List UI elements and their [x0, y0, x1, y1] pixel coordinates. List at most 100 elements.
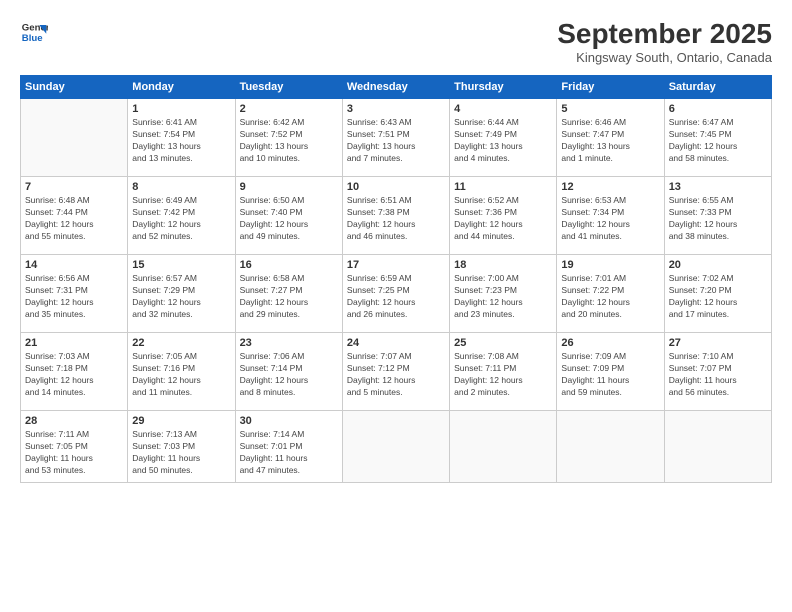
calendar-cell: 21 Sunrise: 7:03 AM Sunset: 7:18 PM Dayli…	[21, 333, 128, 411]
calendar-cell: 2 Sunrise: 6:42 AM Sunset: 7:52 PM Daylig…	[235, 99, 342, 177]
weekday-header-saturday: Saturday	[664, 76, 771, 99]
day-info: Sunrise: 6:50 AM Sunset: 7:40 PM Dayligh…	[240, 195, 338, 243]
day-info: Sunrise: 6:56 AM Sunset: 7:31 PM Dayligh…	[25, 273, 123, 321]
day-info: Sunrise: 6:42 AM Sunset: 7:52 PM Dayligh…	[240, 117, 338, 165]
day-info: Sunrise: 7:14 AM Sunset: 7:01 PM Dayligh…	[240, 429, 338, 477]
day-info: Sunrise: 6:53 AM Sunset: 7:34 PM Dayligh…	[561, 195, 659, 243]
day-number: 19	[561, 259, 659, 271]
calendar-cell: 26 Sunrise: 7:09 AM Sunset: 7:09 PM Dayli…	[557, 333, 664, 411]
calendar-cell: 4 Sunrise: 6:44 AM Sunset: 7:49 PM Daylig…	[450, 99, 557, 177]
day-info: Sunrise: 6:57 AM Sunset: 7:29 PM Dayligh…	[132, 273, 230, 321]
weekday-header-monday: Monday	[128, 76, 235, 99]
weekday-header-thursday: Thursday	[450, 76, 557, 99]
day-info: Sunrise: 7:02 AM Sunset: 7:20 PM Dayligh…	[669, 273, 767, 321]
calendar-table: SundayMondayTuesdayWednesdayThursdayFrid…	[20, 75, 772, 483]
day-info: Sunrise: 6:55 AM Sunset: 7:33 PM Dayligh…	[669, 195, 767, 243]
week-row-2: 7 Sunrise: 6:48 AM Sunset: 7:44 PM Daylig…	[21, 177, 772, 255]
calendar-cell: 27 Sunrise: 7:10 AM Sunset: 7:07 PM Dayli…	[664, 333, 771, 411]
calendar-cell: 12 Sunrise: 6:53 AM Sunset: 7:34 PM Dayli…	[557, 177, 664, 255]
day-info: Sunrise: 6:51 AM Sunset: 7:38 PM Dayligh…	[347, 195, 445, 243]
day-info: Sunrise: 6:58 AM Sunset: 7:27 PM Dayligh…	[240, 273, 338, 321]
day-number: 7	[25, 181, 123, 193]
calendar-cell: 14 Sunrise: 6:56 AM Sunset: 7:31 PM Dayli…	[21, 255, 128, 333]
day-info: Sunrise: 7:11 AM Sunset: 7:05 PM Dayligh…	[25, 429, 123, 477]
logo-icon: General Blue	[20, 18, 48, 46]
day-number: 27	[669, 337, 767, 349]
calendar-cell: 10 Sunrise: 6:51 AM Sunset: 7:38 PM Dayli…	[342, 177, 449, 255]
day-number: 5	[561, 103, 659, 115]
day-number: 23	[240, 337, 338, 349]
weekday-header-friday: Friday	[557, 76, 664, 99]
day-number: 22	[132, 337, 230, 349]
subtitle: Kingsway South, Ontario, Canada	[557, 50, 772, 65]
day-number: 8	[132, 181, 230, 193]
day-info: Sunrise: 6:43 AM Sunset: 7:51 PM Dayligh…	[347, 117, 445, 165]
day-number: 13	[669, 181, 767, 193]
day-number: 29	[132, 415, 230, 427]
day-number: 20	[669, 259, 767, 271]
calendar-cell: 11 Sunrise: 6:52 AM Sunset: 7:36 PM Dayli…	[450, 177, 557, 255]
day-number: 17	[347, 259, 445, 271]
calendar-cell	[450, 411, 557, 483]
calendar-cell: 20 Sunrise: 7:02 AM Sunset: 7:20 PM Dayli…	[664, 255, 771, 333]
day-number: 14	[25, 259, 123, 271]
day-info: Sunrise: 6:47 AM Sunset: 7:45 PM Dayligh…	[669, 117, 767, 165]
calendar-cell: 6Sunrise: 6:47 AM Sunset: 7:45 PM Daylig…	[664, 99, 771, 177]
day-info: Sunrise: 7:03 AM Sunset: 7:18 PM Dayligh…	[25, 351, 123, 399]
day-number: 9	[240, 181, 338, 193]
day-number: 30	[240, 415, 338, 427]
day-info: Sunrise: 7:09 AM Sunset: 7:09 PM Dayligh…	[561, 351, 659, 399]
day-number: 15	[132, 259, 230, 271]
day-number: 24	[347, 337, 445, 349]
calendar-cell: 30 Sunrise: 7:14 AM Sunset: 7:01 PM Dayli…	[235, 411, 342, 483]
day-number: 1	[132, 103, 230, 115]
calendar-cell: 7 Sunrise: 6:48 AM Sunset: 7:44 PM Daylig…	[21, 177, 128, 255]
weekday-header-sunday: Sunday	[21, 76, 128, 99]
calendar-cell: 29 Sunrise: 7:13 AM Sunset: 7:03 PM Dayli…	[128, 411, 235, 483]
day-number: 21	[25, 337, 123, 349]
day-number: 11	[454, 181, 552, 193]
day-number: 2	[240, 103, 338, 115]
day-info: Sunrise: 7:13 AM Sunset: 7:03 PM Dayligh…	[132, 429, 230, 477]
day-info: Sunrise: 7:10 AM Sunset: 7:07 PM Dayligh…	[669, 351, 767, 399]
day-number: 28	[25, 415, 123, 427]
calendar-cell: 13 Sunrise: 6:55 AM Sunset: 7:33 PM Dayli…	[664, 177, 771, 255]
calendar-cell: 17Sunrise: 6:59 AM Sunset: 7:25 PM Dayli…	[342, 255, 449, 333]
svg-text:Blue: Blue	[22, 33, 43, 44]
calendar-page: General Blue September 2025 Kingsway Sou…	[0, 0, 792, 612]
weekday-header-row: SundayMondayTuesdayWednesdayThursdayFrid…	[21, 76, 772, 99]
day-number: 3	[347, 103, 445, 115]
calendar-cell: 24 Sunrise: 7:07 AM Sunset: 7:12 PM Dayli…	[342, 333, 449, 411]
day-number: 16	[240, 259, 338, 271]
weekday-header-wednesday: Wednesday	[342, 76, 449, 99]
week-row-5: 28 Sunrise: 7:11 AM Sunset: 7:05 PM Dayli…	[21, 411, 772, 483]
day-number: 12	[561, 181, 659, 193]
calendar-cell: 3 Sunrise: 6:43 AM Sunset: 7:51 PM Daylig…	[342, 99, 449, 177]
calendar-cell: 22Sunrise: 7:05 AM Sunset: 7:16 PM Dayli…	[128, 333, 235, 411]
day-info: Sunrise: 6:46 AM Sunset: 7:47 PM Dayligh…	[561, 117, 659, 165]
day-info: Sunrise: 6:52 AM Sunset: 7:36 PM Dayligh…	[454, 195, 552, 243]
day-number: 4	[454, 103, 552, 115]
calendar-cell: 19Sunrise: 7:01 AM Sunset: 7:22 PM Dayli…	[557, 255, 664, 333]
title-block: September 2025 Kingsway South, Ontario, …	[557, 18, 772, 65]
day-info: Sunrise: 7:08 AM Sunset: 7:11 PM Dayligh…	[454, 351, 552, 399]
day-info: Sunrise: 7:06 AM Sunset: 7:14 PM Dayligh…	[240, 351, 338, 399]
calendar-cell: 16 Sunrise: 6:58 AM Sunset: 7:27 PM Dayli…	[235, 255, 342, 333]
day-number: 25	[454, 337, 552, 349]
calendar-cell	[342, 411, 449, 483]
header: General Blue September 2025 Kingsway Sou…	[20, 18, 772, 65]
day-info: Sunrise: 7:07 AM Sunset: 7:12 PM Dayligh…	[347, 351, 445, 399]
calendar-cell: 15 Sunrise: 6:57 AM Sunset: 7:29 PM Dayli…	[128, 255, 235, 333]
day-info: Sunrise: 6:44 AM Sunset: 7:49 PM Dayligh…	[454, 117, 552, 165]
logo: General Blue	[20, 18, 48, 46]
day-number: 26	[561, 337, 659, 349]
day-info: Sunrise: 6:48 AM Sunset: 7:44 PM Dayligh…	[25, 195, 123, 243]
day-number: 18	[454, 259, 552, 271]
weekday-header-tuesday: Tuesday	[235, 76, 342, 99]
calendar-cell: 1Sunrise: 6:41 AM Sunset: 7:54 PM Daylig…	[128, 99, 235, 177]
day-number: 10	[347, 181, 445, 193]
week-row-4: 21 Sunrise: 7:03 AM Sunset: 7:18 PM Dayli…	[21, 333, 772, 411]
calendar-cell: 9 Sunrise: 6:50 AM Sunset: 7:40 PM Daylig…	[235, 177, 342, 255]
week-row-1: 1Sunrise: 6:41 AM Sunset: 7:54 PM Daylig…	[21, 99, 772, 177]
month-title: September 2025	[557, 18, 772, 50]
